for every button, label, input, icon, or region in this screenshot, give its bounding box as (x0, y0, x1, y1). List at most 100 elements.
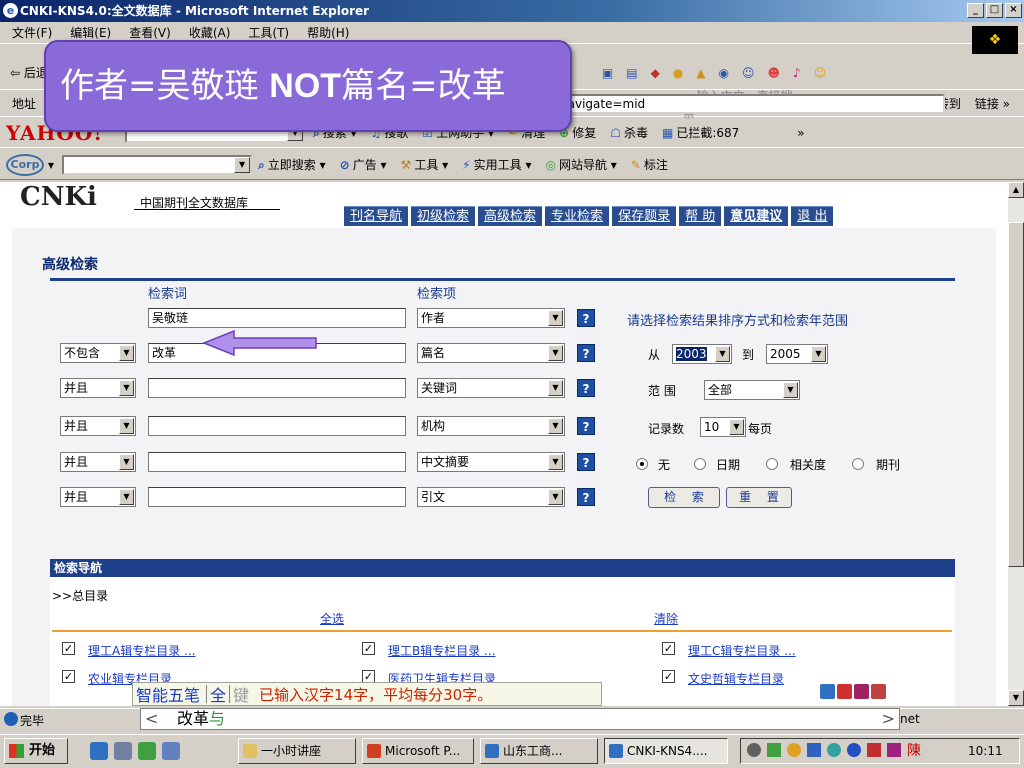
search-field-select-6[interactable]: 引文 ▼ (417, 487, 565, 507)
records-per-page-select[interactable]: 10 ▼ (700, 417, 746, 437)
maximize-button[interactable]: □ (986, 3, 1003, 18)
minimize-button[interactable]: _ (967, 3, 984, 18)
chevron-down-icon[interactable]: ▼ (548, 418, 563, 434)
chevron-down-icon[interactable]: ▼ (729, 419, 744, 435)
emoticon-icon[interactable]: ☺ (814, 66, 827, 80)
sort-radio-journal[interactable] (852, 458, 864, 470)
reset-button[interactable]: 重 置 (726, 487, 792, 508)
to-year-select[interactable]: 2005 ▼ (766, 344, 828, 364)
window-title-bar[interactable]: e CNKI-KNS4.0:全文数据库 - Microsoft Internet… (0, 0, 1024, 22)
sync-icon[interactable] (827, 743, 841, 757)
category-link-3[interactable]: 理工C辑专栏目录 ... (688, 642, 796, 659)
scroll-thumb[interactable] (1008, 222, 1024, 567)
category-link-2[interactable]: 理工B辑专栏目录 ... (388, 642, 496, 659)
clear-link[interactable]: 清除 (654, 610, 678, 627)
corp-search-input[interactable]: ▼ (62, 154, 253, 175)
nav-expert-search[interactable]: 专业检索 (545, 206, 610, 226)
links-label[interactable]: 链接 » (975, 95, 1010, 112)
from-year-select[interactable]: 2003 ▼ (672, 344, 732, 364)
card-icon[interactable] (871, 684, 886, 699)
nav-logout[interactable]: 退 出 (791, 206, 834, 226)
chevron-down-icon[interactable]: ▼ (119, 380, 134, 396)
close-button[interactable]: × (1005, 3, 1022, 18)
back-button[interactable]: ⇦ 后退 (10, 64, 48, 81)
ime-composition-window[interactable]: < 改革与 > (140, 708, 900, 730)
task-powerpoint[interactable]: Microsoft P... (362, 738, 474, 764)
site-navigation-button[interactable]: ◎ 网站导航 ▾ (545, 156, 616, 173)
yahoo-antivirus-button[interactable]: ☖ 杀毒 (610, 124, 648, 141)
search-field-select-1[interactable]: 作者 ▼ (417, 308, 565, 328)
shield-icon[interactable]: ◆ (651, 66, 660, 80)
chevron-down-icon[interactable]: ▼ (548, 380, 563, 396)
corp-logo[interactable]: Corp (6, 153, 44, 176)
chevron-down-icon[interactable]: ▼ (715, 346, 730, 362)
category-checkbox-2[interactable]: ✓ (362, 642, 375, 655)
sort-radio-date[interactable] (694, 458, 706, 470)
chat-icon[interactable]: ● (673, 66, 683, 80)
start-button[interactable]: 开始 (4, 738, 68, 764)
operator-select-5[interactable]: 并且 ▼ (60, 452, 136, 472)
ads-button[interactable]: ⊘ 广告 ▾ (340, 156, 387, 173)
menu-view[interactable]: 查看(V) (129, 24, 171, 41)
operator-select-3[interactable]: 并且 ▼ (60, 378, 136, 398)
search-term-input-3[interactable] (148, 378, 406, 398)
refresh-icon[interactable]: ▣ (602, 66, 613, 80)
search-button[interactable]: 检 索 (648, 487, 720, 508)
menu-file[interactable]: 文件(F) (12, 24, 52, 41)
ime-prev-icon[interactable]: < (145, 709, 158, 729)
help-icon-3[interactable]: ? (577, 379, 595, 397)
utilities-button[interactable]: ⚡ 实用工具 ▾ (462, 156, 531, 173)
messenger-tray-icon[interactable] (847, 743, 861, 757)
messenger-icon[interactable]: ◉ (719, 66, 729, 80)
web-page[interactable]: CNKi 中国期刊全文数据库 刊名导航 初级检索 高级检索 专业检索 保存题录 … (0, 182, 1008, 706)
globe-icon[interactable] (820, 684, 835, 699)
ie-quicklaunch-icon[interactable] (90, 742, 108, 760)
chevron-down-icon[interactable]: ▼ (119, 489, 134, 505)
app-quicklaunch-icon[interactable] (138, 742, 156, 760)
help-icon-1[interactable]: ? (577, 309, 595, 327)
category-link-6[interactable]: 文史哲辑专栏目录 (688, 670, 784, 687)
ime-next-icon[interactable]: > (882, 709, 895, 729)
chevron-down-icon[interactable]: ▾ (48, 158, 54, 172)
toolbar-overflow-icon[interactable]: » (797, 126, 804, 140)
money-icon[interactable]: ▲ (696, 66, 705, 80)
address-input[interactable]: navigate=mid (560, 93, 945, 114)
menu-favorites[interactable]: 收藏(A) (189, 24, 231, 41)
chevron-down-icon[interactable]: ▼ (548, 454, 563, 470)
instant-search-button[interactable]: ⌕ 立即搜索 ▾ (258, 156, 326, 173)
search-field-select-3[interactable]: 关键词 ▼ (417, 378, 565, 398)
menu-edit[interactable]: 编辑(E) (70, 24, 111, 41)
scroll-up-icon[interactable]: ▲ (1008, 182, 1024, 198)
ime-keyboard-toggle[interactable]: 键 (233, 682, 249, 706)
volume-icon[interactable] (747, 743, 761, 757)
nav-root-catalog[interactable]: >>总目录 (52, 587, 108, 604)
messenger-quicklaunch-icon[interactable] (162, 742, 180, 760)
operator-select-2[interactable]: 不包含 ▼ (60, 343, 136, 363)
task-shandong-ie[interactable]: 山东工商... (480, 738, 598, 764)
help-icon-5[interactable]: ? (577, 453, 595, 471)
category-checkbox-4[interactable]: ✓ (62, 670, 75, 683)
nav-saved-records[interactable]: 保存题录 (612, 206, 677, 226)
chevron-down-icon[interactable]: ▼ (119, 454, 134, 470)
page-icon[interactable]: ▤ (626, 66, 637, 80)
search-field-select-5[interactable]: 中文摘要 ▼ (417, 452, 565, 472)
yahoo-popup-blocked-counter[interactable]: ▦ 已拦截:687 (662, 124, 739, 141)
search-field-select-2[interactable]: 篇名 ▼ (417, 343, 565, 363)
ime-fullwidth-toggle[interactable]: 全 (210, 682, 226, 706)
category-checkbox-6[interactable]: ✓ (662, 670, 675, 683)
menu-help[interactable]: 帮助(H) (307, 24, 349, 41)
search-term-input-1[interactable]: 吴敬琏 (148, 308, 406, 328)
chen-ime-icon[interactable]: 陳 (907, 743, 925, 759)
vertical-scrollbar[interactable]: ▲ ▼ (1008, 182, 1024, 706)
search-term-input-5[interactable] (148, 452, 406, 472)
annotate-button[interactable]: ✎ 标注 (631, 156, 668, 173)
face-icon[interactable]: ☻ (768, 66, 781, 80)
nav-journal-browse[interactable]: 刊名导航 (344, 206, 409, 226)
pen-icon[interactable] (887, 743, 901, 757)
chevron-down-icon[interactable]: ▼ (119, 418, 134, 434)
sort-radio-none[interactable] (636, 458, 648, 470)
category-link-1[interactable]: 理工A辑专栏目录 ... (88, 642, 195, 659)
search-term-input-4[interactable] (148, 416, 406, 436)
music-icon[interactable]: ♪ (793, 66, 801, 80)
menu-tools[interactable]: 工具(T) (248, 24, 289, 41)
